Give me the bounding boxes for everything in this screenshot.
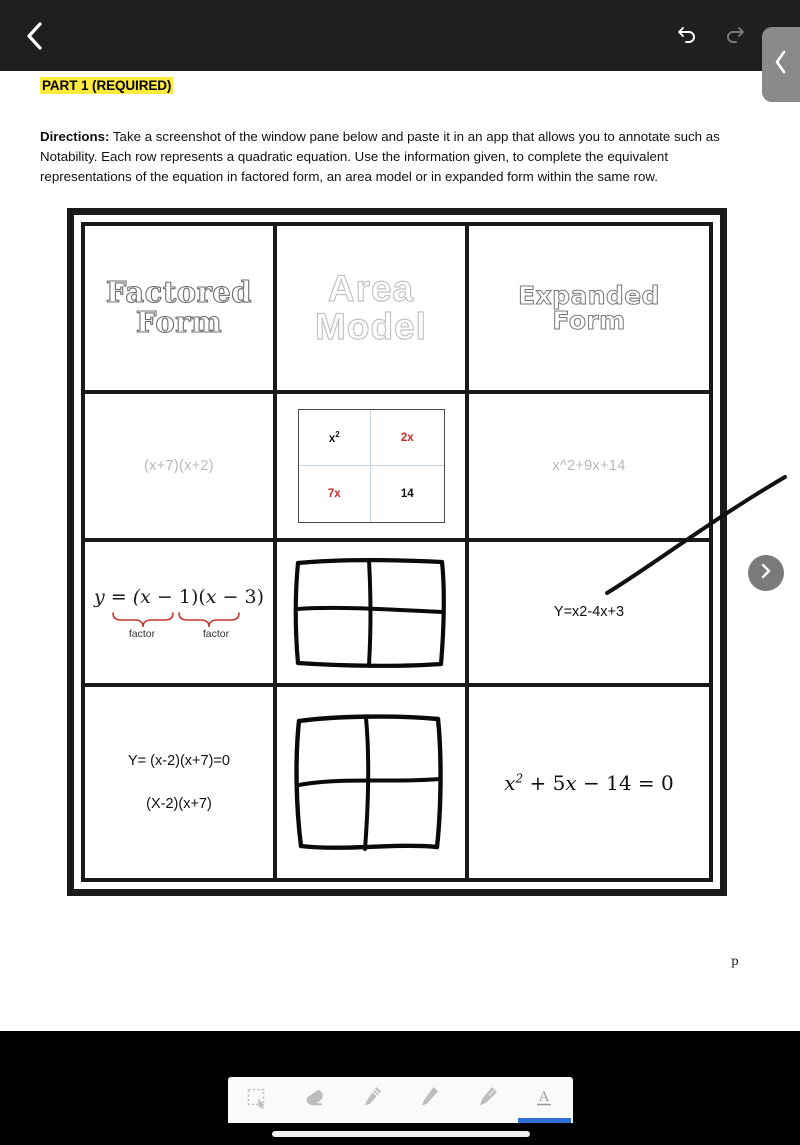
table-row: y = (x − 1)(x − 3) factor factor Y=x2-4x… bbox=[85, 542, 709, 687]
pencil-icon bbox=[417, 1085, 441, 1116]
row1-expanded-text: x^2+9x+14 bbox=[552, 458, 626, 474]
row3-expanded-cell[interactable]: x2 + 5x − 14 = 0 bbox=[469, 687, 709, 878]
table-row: (x+7)(x+2) x2 2x 7x 14 x^2+9x+14 bbox=[85, 394, 709, 542]
next-page-button[interactable] bbox=[748, 555, 784, 591]
header-cell-area-model: Area Model bbox=[277, 226, 469, 390]
factor-braces bbox=[105, 611, 253, 627]
row2-expanded-cell[interactable]: Y=x2-4x+3 bbox=[469, 542, 709, 683]
area-cell-top-left: x2 bbox=[298, 410, 371, 466]
row3-eq-tail: − 14 = 0 bbox=[576, 770, 674, 795]
row3-factored-cell[interactable]: Y= (x-2)(x+7)=0 (X-2)(x+7) bbox=[85, 687, 277, 878]
chevron-left-icon bbox=[773, 49, 789, 80]
area-cell-bottom-right: 14 bbox=[400, 488, 414, 500]
part-label: PART 1 (REQUIRED) bbox=[40, 77, 174, 94]
pencil-tool[interactable] bbox=[401, 1077, 459, 1123]
svg-text:A: A bbox=[539, 1089, 550, 1105]
hand-drawn-area-model-icon bbox=[290, 713, 452, 853]
pen-icon bbox=[360, 1085, 384, 1116]
row3-expanded-equation: x2 + 5x − 14 = 0 bbox=[504, 771, 674, 795]
pen-tool[interactable] bbox=[343, 1077, 401, 1123]
header-factored-line1: Factored bbox=[105, 275, 253, 310]
area-cell-top-left-text: x2 bbox=[328, 430, 340, 445]
directions-label: Directions: bbox=[40, 129, 110, 144]
header-factored-line2: Form bbox=[135, 305, 223, 339]
directions-body: Take a screenshot of the window pane bel… bbox=[40, 129, 720, 184]
row3-eq-x2: x bbox=[565, 770, 577, 795]
undo-icon bbox=[675, 21, 699, 50]
text-tool-selected-indicator bbox=[517, 1118, 571, 1123]
highlighter-icon bbox=[475, 1085, 499, 1116]
row3-factored-line1: Y= (x-2)(x+7)=0 bbox=[128, 753, 230, 770]
row2-area-model-cell[interactable] bbox=[277, 542, 469, 683]
row2-equation: y = (x − 1)(x − 3) bbox=[94, 586, 264, 608]
row2-factored-cell[interactable]: y = (x − 1)(x − 3) factor factor bbox=[85, 542, 277, 683]
row2-expanded-text: Y=x2-4x+3 bbox=[553, 604, 625, 621]
row1-area-model-cell[interactable]: x2 2x 7x 14 bbox=[277, 394, 469, 538]
factor-labels: factor factor bbox=[105, 628, 253, 640]
annotation-toolbar: A bbox=[228, 1077, 573, 1123]
row1-factored-text: (x+7)(x+2) bbox=[144, 458, 214, 474]
side-drawer-handle[interactable] bbox=[762, 27, 800, 102]
header-text-factored: Factored Form bbox=[105, 275, 253, 339]
directions-paragraph: Directions: Take a screenshot of the win… bbox=[40, 127, 725, 187]
highlighter-tool[interactable] bbox=[458, 1077, 516, 1123]
factor-label-left: factor bbox=[128, 627, 156, 640]
row3-eq-x: x bbox=[504, 770, 516, 795]
header-cell-factored-form: Factored Form bbox=[85, 226, 277, 390]
factor-label-right: factor bbox=[202, 627, 230, 640]
header-cell-expanded-form: Expanded Form bbox=[469, 226, 709, 390]
back-button[interactable] bbox=[18, 19, 52, 53]
lasso-select-tool[interactable] bbox=[228, 1077, 286, 1123]
row3-factored-block: Y= (x-2)(x+7)=0 (X-2)(x+7) bbox=[128, 740, 230, 824]
header-text-area: Area Model bbox=[314, 268, 427, 347]
header-expanded-line2: Form bbox=[552, 306, 626, 335]
redo-button[interactable] bbox=[718, 19, 752, 53]
area-cell-bottom-left: 7x bbox=[299, 466, 371, 522]
row2-eq-x2: x bbox=[205, 585, 217, 608]
text-tool[interactable]: A bbox=[516, 1077, 574, 1123]
redo-icon bbox=[723, 21, 747, 50]
page-marker: p bbox=[731, 954, 739, 968]
table-header-row: Factored Form Area Model Expanded Form bbox=[85, 226, 709, 394]
row3-eq-rest: + 5 bbox=[523, 770, 566, 795]
hand-drawn-area-model-icon bbox=[290, 557, 452, 669]
row3-eq-sup: 2 bbox=[515, 770, 524, 785]
text-a-icon: A bbox=[532, 1086, 556, 1115]
chevron-right-icon bbox=[758, 562, 774, 585]
row2-eq-mid1: − 1)( bbox=[150, 585, 206, 608]
representations-table: Factored Form Area Model Expanded Form (… bbox=[67, 208, 727, 896]
eraser-tool[interactable] bbox=[286, 1077, 344, 1123]
row2-factored-block: y = (x − 1)(x − 3) factor factor bbox=[94, 586, 264, 640]
row2-eq-lead: y = ( bbox=[93, 585, 141, 608]
row1-factored-cell[interactable]: (x+7)(x+2) bbox=[85, 394, 277, 538]
header-area-line2: Model bbox=[314, 306, 427, 347]
top-app-bar: Sav bbox=[0, 0, 800, 71]
eraser-icon bbox=[301, 1086, 327, 1115]
row2-eq-mid2: − 3) bbox=[216, 585, 264, 608]
header-text-expanded: Expanded Form bbox=[518, 280, 660, 335]
row3-factored-line2: (X-2)(x+7) bbox=[146, 795, 212, 812]
header-area-line1: Area bbox=[327, 268, 415, 310]
back-chevron-icon bbox=[24, 20, 46, 52]
area-model-grid: x2 2x 7x 14 bbox=[297, 409, 445, 523]
table-row: Y= (x-2)(x+7)=0 (X-2)(x+7) x2 + 5x − 14 … bbox=[85, 687, 709, 878]
row2-eq-x1: x bbox=[140, 585, 151, 608]
header-expanded-line1: Expanded bbox=[518, 280, 660, 310]
undo-button[interactable] bbox=[670, 19, 704, 53]
home-indicator bbox=[272, 1131, 530, 1137]
row3-area-model-cell[interactable] bbox=[277, 687, 469, 878]
table-inner-frame: Factored Form Area Model Expanded Form (… bbox=[81, 222, 713, 882]
row1-expanded-cell[interactable]: x^2+9x+14 bbox=[469, 394, 709, 538]
lasso-select-icon bbox=[245, 1086, 269, 1115]
area-cell-top-right: 2x bbox=[371, 410, 444, 466]
document-page[interactable]: PART 1 (REQUIRED) Directions: Take a scr… bbox=[0, 71, 800, 1031]
